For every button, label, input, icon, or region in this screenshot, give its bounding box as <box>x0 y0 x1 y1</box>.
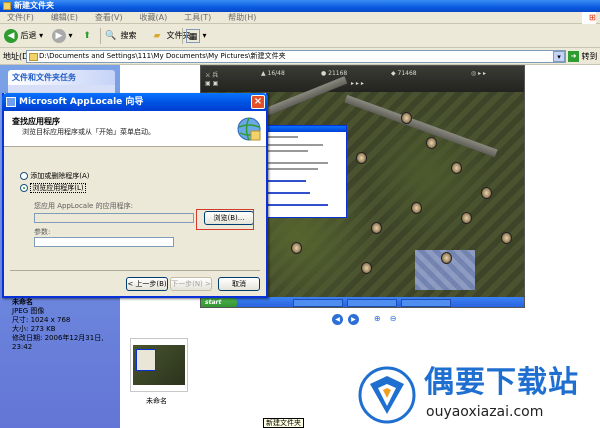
app-path-label: 您应用 AppLocale 的应用程序: <box>34 202 133 210</box>
troop-icon <box>426 137 437 149</box>
window-title: 新建文件夹 <box>14 1 54 10</box>
next-step-button[interactable]: 下一步(N) > <box>170 277 212 291</box>
search-label: 搜索 <box>120 31 137 40</box>
file-tasks-header[interactable]: 文件和文件夹任务 <box>8 70 115 85</box>
thumbnail-item[interactable] <box>130 338 188 392</box>
troop-icon <box>401 112 412 124</box>
applocale-icon <box>6 97 16 107</box>
browse-highlight-box <box>196 209 254 230</box>
file-type: JPEG 图像 <box>12 307 45 315</box>
file-size: 大小: 273 KB <box>12 325 56 333</box>
viewer-controls: ◀ ▶ ⊕ ⊖ <box>332 314 401 325</box>
troop-icon <box>501 232 512 244</box>
troop-icon <box>461 212 472 224</box>
troop-icon <box>481 187 492 199</box>
up-button[interactable]: ⬆ <box>80 28 94 44</box>
zoom-in-icon[interactable]: ⊕ <box>372 314 383 323</box>
thumbnail-image <box>133 345 185 385</box>
troop-icon <box>356 152 367 164</box>
go-label: 转到 <box>581 52 598 61</box>
radio-add-remove[interactable]: 添加或删除程序(A) <box>20 171 90 181</box>
toolbar-separator <box>182 28 183 44</box>
chevron-down-icon: ▾ <box>39 31 44 40</box>
zoom-out-icon[interactable]: ⊖ <box>388 314 399 323</box>
views-button[interactable]: ▦ ▾ <box>186 28 207 44</box>
back-button[interactable]: ◀ 后退 ▾ <box>4 28 43 44</box>
go-button[interactable]: ➜ 转到 <box>568 50 598 63</box>
explorer-title-bar: 新建文件夹 <box>0 0 600 12</box>
toolbar: ◀ 后退 ▾ ▶ ▾ ⬆ 🔍 搜索 ▰ 文件夹 ▦ ▾ <box>0 24 600 48</box>
game-taskbar: start <box>201 297 524 307</box>
close-button[interactable]: × <box>251 95 265 109</box>
views-icon: ▦ <box>186 28 200 43</box>
file-name: 未命名 <box>12 298 33 306</box>
dialog-subheading: 浏览目标应用程序或从「开始」菜单启动。 <box>22 128 155 136</box>
search-icon: 🔍 <box>105 30 117 41</box>
preview-inner-dialog <box>262 125 347 218</box>
back-label: 后退 <box>20 31 37 40</box>
params-label: 参数: <box>34 228 51 236</box>
watermark-title: 偶要下载站 <box>424 365 579 400</box>
radio-selected-icon <box>20 184 28 192</box>
chevron-down-icon: ▾ <box>68 31 73 40</box>
search-button[interactable]: 🔍 搜索 <box>104 28 137 44</box>
back-step-button[interactable]: < 上一步(B) <box>126 277 168 291</box>
start-button: start <box>201 297 237 307</box>
forward-button[interactable]: ▶ ▾ <box>52 28 73 44</box>
troop-icon <box>291 242 302 254</box>
folders-icon: ▰ <box>153 30 161 41</box>
address-input[interactable]: D:\Documents and Settings\111\My Documen… <box>26 50 566 63</box>
troop-icon <box>411 202 422 214</box>
troop-icon <box>451 162 462 174</box>
toolbar-separator <box>100 28 101 44</box>
folders-button[interactable]: ▰ 文件夹 <box>150 28 191 44</box>
radio-icon <box>20 172 28 180</box>
back-arrow-icon: ◀ <box>4 28 18 43</box>
globe-icon <box>237 117 261 141</box>
menu-view[interactable]: 查看(V) <box>88 12 130 24</box>
cancel-button[interactable]: 取消 <box>218 277 260 291</box>
dialog-header: 查找应用程序 浏览目标应用程序或从「开始」菜单启动。 <box>4 111 266 147</box>
troop-icon <box>371 222 382 234</box>
previous-image-icon[interactable]: ◀ <box>332 314 343 325</box>
menu-favorites[interactable]: 收藏(A) <box>132 12 174 24</box>
app-path-input[interactable] <box>34 213 194 223</box>
radio-browse-app[interactable]: 浏览应用程序(L) <box>20 183 86 193</box>
menu-bar: 文件(F) 编辑(E) 查看(V) 收藏(A) 工具(T) 帮助(H) ⊞ <box>0 12 600 24</box>
address-dropdown-icon[interactable]: ▾ <box>553 51 565 62</box>
folder-icon <box>3 2 11 10</box>
file-modified-time: 23:42 <box>12 343 33 351</box>
tooltip: 新建文件夹 <box>263 418 304 428</box>
dialog-heading: 查找应用程序 <box>12 117 60 126</box>
folder-up-icon: ⬆ <box>83 30 91 41</box>
dialog-title-bar: Microsoft AppLocale 向导 × <box>2 93 268 111</box>
troop-icon <box>441 252 452 264</box>
file-details: 未命名 JPEG 图像 尺寸: 1024 x 768 大小: 273 KB 修改… <box>12 298 122 352</box>
forward-arrow-icon: ▶ <box>52 28 66 43</box>
params-input[interactable] <box>34 237 174 247</box>
address-bar: 地址(D) D:\Documents and Settings\111\My D… <box>0 48 600 65</box>
watermark-logo-icon <box>358 366 416 424</box>
windows-logo-icon: ⊞ <box>582 12 596 24</box>
file-dimensions: 尺寸: 1024 x 768 <box>12 316 71 324</box>
watermark-url: ouyaoxiazai.com <box>426 404 544 420</box>
file-modified: 修改日期: 2006年12月31日, <box>12 334 104 342</box>
radio-browse-label: 浏览应用程序(L) <box>30 183 86 193</box>
menu-edit[interactable]: 编辑(E) <box>44 12 85 24</box>
menu-file[interactable]: 文件(F) <box>0 12 41 24</box>
dialog-title: Microsoft AppLocale 向导 <box>19 97 144 107</box>
chevron-down-icon: ▾ <box>202 31 207 40</box>
divider <box>10 270 260 271</box>
game-status-bar: ⚔ 兵 ▲ 16/48 ● 21168 ◆ 71468 ◎ ▸ ▸ ▣ ▣ ▸ … <box>201 66 524 92</box>
next-image-icon[interactable]: ▶ <box>347 314 359 325</box>
radio-add-remove-label: 添加或删除程序(A) <box>30 172 90 180</box>
menu-tools[interactable]: 工具(T) <box>177 12 218 24</box>
troop-icon <box>361 262 372 274</box>
applocale-wizard-dialog: Microsoft AppLocale 向导 × 查找应用程序 浏览目标应用程序… <box>2 93 268 298</box>
thumbnail-label[interactable]: 未命名 <box>146 396 167 406</box>
menu-help[interactable]: 帮助(H) <box>221 12 263 24</box>
go-arrow-icon: ➜ <box>568 51 579 62</box>
